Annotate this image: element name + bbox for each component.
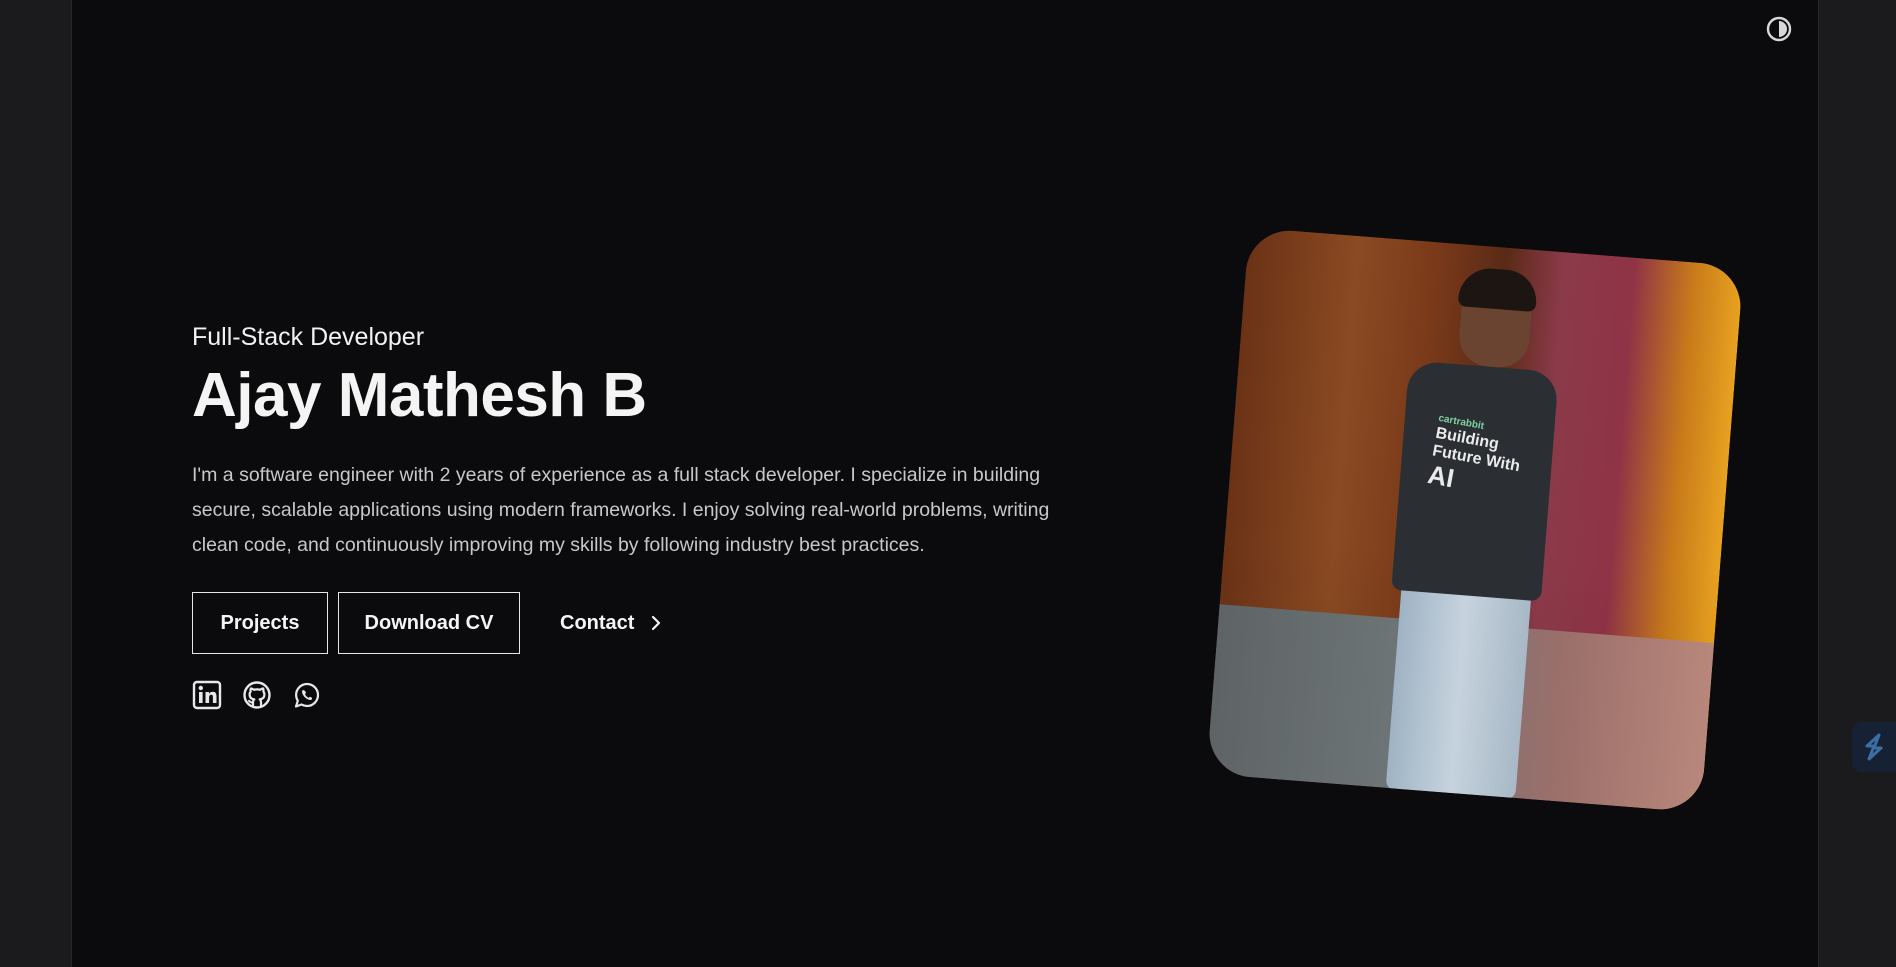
photo-person-jeans xyxy=(1385,580,1532,801)
download-cv-button[interactable]: Download CV xyxy=(338,592,520,654)
side-widget-button[interactable] xyxy=(1852,722,1896,772)
page-shell: Full-Stack Developer Ajay Mathesh B I'm … xyxy=(71,0,1819,967)
profile-photo: cartrabbit Building Future With AI xyxy=(1206,227,1744,813)
contact-button[interactable]: Contact xyxy=(560,612,662,635)
hero-name: Ajay Mathesh B xyxy=(192,361,647,430)
contact-label: Contact xyxy=(560,611,635,634)
profile-photo-frame: cartrabbit Building Future With AI xyxy=(1199,227,1751,813)
linkedin-icon[interactable] xyxy=(192,680,222,710)
chevron-right-icon xyxy=(652,615,661,631)
whatsapp-icon[interactable] xyxy=(292,680,322,710)
github-icon[interactable] xyxy=(242,680,272,710)
hero-actions: Projects Download CV Contact xyxy=(192,592,1072,654)
social-links xyxy=(192,680,1072,710)
hero-section: Full-Stack Developer Ajay Mathesh B I'm … xyxy=(192,322,1072,710)
extension-logo-icon xyxy=(1865,733,1883,761)
photo-person-hair xyxy=(1457,266,1539,313)
hero-subtitle: Full-Stack Developer xyxy=(192,323,425,351)
hero-bio: I'm a software engineer with 2 years of … xyxy=(192,464,1050,556)
projects-button[interactable]: Projects xyxy=(192,592,328,654)
theme-toggle-icon[interactable] xyxy=(1766,16,1792,42)
